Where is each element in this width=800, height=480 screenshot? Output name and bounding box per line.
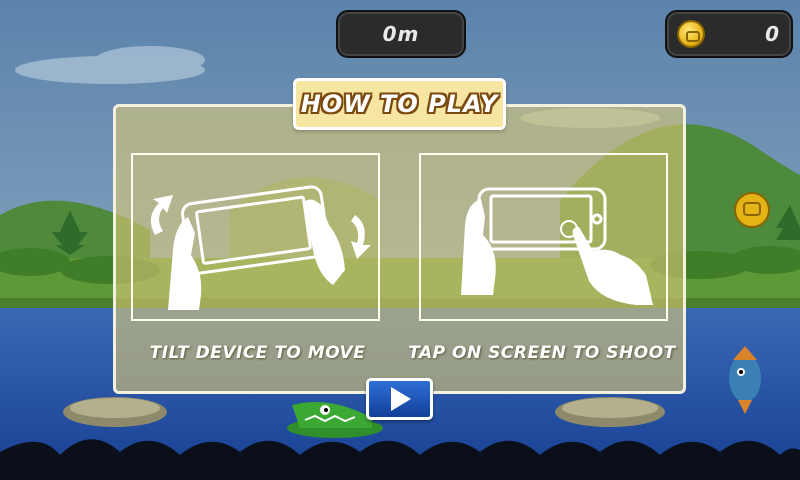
- tilt-device-icon: [150, 185, 371, 310]
- distance-value: 0m: [382, 22, 420, 46]
- tap-instruction-frame: [419, 153, 668, 321]
- tap-screen-icon: [461, 187, 653, 305]
- world-coin: [734, 192, 770, 228]
- coin-count: 0: [765, 22, 779, 46]
- distance-counter: 0m: [336, 10, 466, 58]
- panel-title: HOW TO PLAY: [300, 90, 499, 118]
- play-icon: [391, 387, 411, 411]
- tilt-caption: TILT DEVICE TO MOVE: [149, 343, 366, 363]
- play-button[interactable]: [366, 378, 433, 420]
- panel-title-banner: HOW TO PLAY: [293, 78, 506, 130]
- coin-icon: [677, 20, 705, 48]
- coin-counter: 0: [665, 10, 793, 58]
- tap-caption: TAP ON SCREEN TO SHOOT: [408, 343, 676, 363]
- tilt-instruction-frame: [131, 153, 380, 321]
